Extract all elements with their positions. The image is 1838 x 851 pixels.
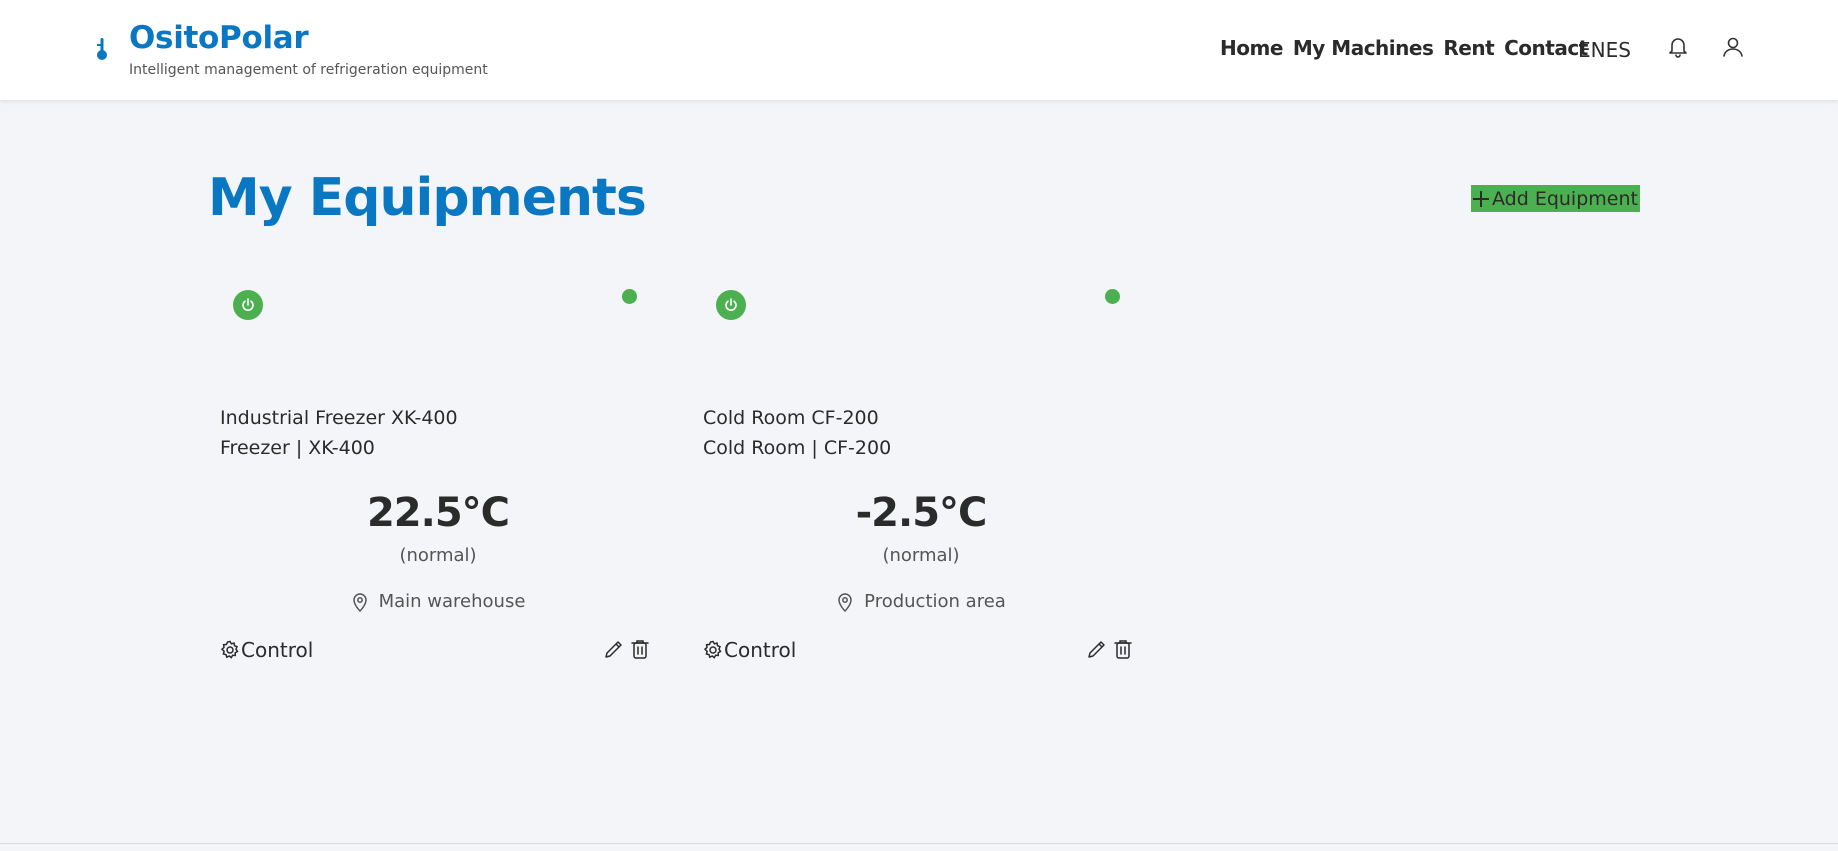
language-switcher[interactable]: ENES	[1578, 38, 1631, 62]
equipment-temperature: -2.5°C	[855, 490, 988, 536]
status-indicator	[622, 289, 637, 304]
control-label: Control	[241, 638, 314, 662]
add-equipment-button[interactable]: Add Equipment	[1471, 185, 1640, 212]
location-label: Main warehouse	[378, 591, 526, 612]
temperature-state: (normal)	[399, 545, 477, 566]
location-pin-icon	[838, 592, 852, 612]
add-equipment-label: Add Equipment	[1492, 187, 1638, 210]
control-button[interactable]: Control	[703, 638, 796, 662]
main-nav: Home My Machines Rent Contact	[1220, 36, 1588, 60]
nav-contact[interactable]: Contact	[1504, 36, 1588, 60]
gear-icon	[703, 640, 722, 659]
nav-home[interactable]: Home	[1220, 36, 1283, 60]
equipment-name: Industrial Freezer XK-400	[220, 407, 458, 429]
status-indicator	[1105, 289, 1120, 304]
gear-icon	[220, 640, 239, 659]
pencil-icon[interactable]	[603, 638, 625, 660]
trash-icon[interactable]	[1112, 638, 1134, 660]
brand-name[interactable]: OsitoPolar	[129, 20, 309, 56]
plus-icon	[1473, 190, 1489, 207]
power-button[interactable]	[716, 290, 746, 320]
equipment-card: Cold Room CF-200 Cold Room | CF-200 -2.5…	[691, 280, 1151, 680]
footer-divider	[0, 843, 1838, 844]
equipment-location: Production area	[691, 591, 1151, 612]
user-icon[interactable]	[1720, 34, 1746, 60]
temperature-state: (normal)	[882, 545, 960, 566]
power-button[interactable]	[233, 290, 263, 320]
control-button[interactable]: Control	[220, 638, 313, 662]
trash-icon[interactable]	[629, 638, 651, 660]
equipment-type-model: Cold Room | CF-200	[703, 437, 892, 459]
location-pin-icon	[352, 592, 367, 612]
equipment-type-model: Freezer | XK-400	[220, 437, 375, 459]
bell-icon[interactable]	[1665, 34, 1691, 60]
equipment-location: Main warehouse	[208, 591, 668, 612]
power-icon	[242, 298, 254, 311]
top-header: OsitoPolar Intelligent management of ref…	[0, 0, 1838, 100]
brand-tagline: Intelligent management of refrigeration …	[129, 62, 488, 78]
pencil-icon[interactable]	[1086, 638, 1108, 660]
nav-rent[interactable]: Rent	[1443, 36, 1494, 60]
thermometer-icon	[97, 38, 107, 60]
location-label: Production area	[864, 591, 1006, 612]
equipment-name: Cold Room CF-200	[703, 407, 879, 429]
nav-my-machines[interactable]: My Machines	[1293, 36, 1434, 60]
power-icon	[725, 298, 737, 311]
equipment-temperature: 22.5°C	[366, 490, 510, 536]
page-title: My Equipments	[208, 168, 647, 228]
control-label: Control	[724, 638, 797, 662]
equipment-card: Industrial Freezer XK-400 Freezer | XK-4…	[208, 280, 668, 680]
